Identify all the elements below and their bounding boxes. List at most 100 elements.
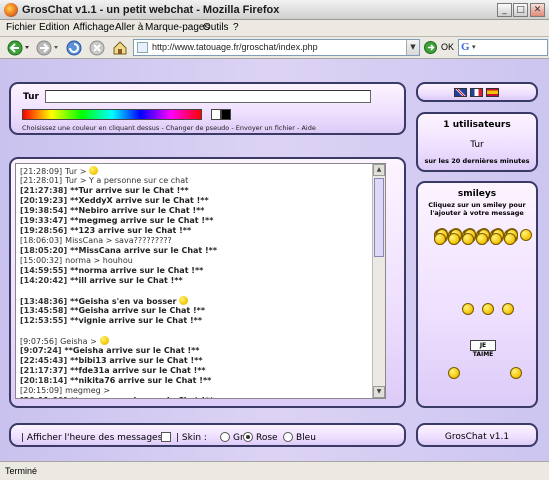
chat-scrollbar[interactable]: ▲ ▼ — [372, 164, 385, 398]
chat-message: **bibi13 arrive sur le Chat !** — [70, 356, 203, 365]
smiley-icon[interactable] — [462, 233, 474, 245]
show-time-checkbox[interactable] — [161, 432, 171, 442]
menu-fichier[interactable]: Fichier — [6, 22, 36, 33]
search-box[interactable]: G ▾ — [458, 39, 548, 56]
chat-timestamp: [21:27:38] — [20, 186, 68, 195]
navigation-toolbar: http://www.tatouage.fr/groschat/index.ph… — [0, 37, 549, 59]
chat-messages[interactable]: [21:28:09] Tur > [21:28:01] Tur > Y a perso… — [15, 163, 386, 399]
chat-timestamp: [18:05:20] — [20, 246, 68, 255]
color-white[interactable] — [211, 109, 221, 120]
smiley-icon[interactable] — [510, 367, 522, 379]
chat-message: **vignie arrive sur le Chat !** — [70, 316, 202, 325]
chat-message: megmeg > — [65, 386, 111, 395]
window-title: GrosChat v1.1 - un petit webchat - Mozil… — [22, 4, 280, 16]
title-bar: GrosChat v1.1 - un petit webchat - Mozil… — [0, 0, 549, 20]
scroll-up-icon[interactable]: ▲ — [373, 164, 385, 176]
home-icon[interactable] — [111, 39, 129, 57]
smiley-icon[interactable] — [502, 303, 514, 315]
back-icon[interactable] — [6, 39, 30, 57]
smiley-icon[interactable] — [476, 233, 488, 245]
message-input[interactable] — [45, 90, 371, 103]
chat-timestamp: [14:59:55] — [20, 266, 68, 275]
chat-timestamp: [19:28:56] — [20, 226, 68, 235]
status-text: Terminé — [5, 466, 38, 476]
go-icon[interactable] — [424, 41, 437, 54]
skin-bleu-radio[interactable] — [283, 432, 293, 442]
minimize-button[interactable]: _ — [497, 3, 512, 17]
smiley-icon[interactable] — [504, 233, 516, 245]
chat-line: [21:28:01] Tur > Y a personne sur ce chat — [20, 176, 372, 186]
smiley-icon[interactable] — [462, 303, 474, 315]
close-button[interactable]: ✕ — [530, 3, 545, 17]
menu-aller[interactable]: Aller à — [115, 22, 143, 33]
chat-timestamp: [12:53:55] — [20, 316, 68, 325]
menu-edition[interactable]: Edition — [39, 22, 70, 33]
show-time-label: | Afficher l'heure des messages — [21, 433, 163, 443]
nickname-panel: Tur Choisissez une couleur en cliquant d… — [9, 82, 406, 135]
chat-line: [9:07:56] Geisha > — [20, 336, 372, 346]
nickname-hint: Choisissez une couleur en cliquant dessu… — [22, 124, 316, 132]
forward-icon[interactable] — [35, 39, 59, 57]
skin-bleu-label[interactable]: Bleu — [296, 433, 316, 443]
french-flag-icon[interactable] — [470, 88, 483, 97]
chat-line: [18:05:20] **MissCana arrive sur le Chat … — [20, 246, 372, 256]
skin-rose-label[interactable]: Rose — [256, 433, 278, 443]
maximize-button[interactable]: □ — [513, 3, 528, 17]
spanish-flag-icon[interactable] — [486, 88, 499, 97]
stop-icon[interactable] — [88, 39, 106, 57]
webchat-page: Tur Choisissez une couleur en cliquant d… — [0, 59, 549, 461]
english-flag-icon[interactable] — [454, 88, 467, 97]
chat-message: **ill arrive sur le Chat !** — [70, 276, 183, 285]
chevron-down-icon[interactable]: ▼ — [406, 40, 419, 55]
chat-message: **Nebiro arrive sur le Chat !** — [70, 206, 205, 215]
address-bar[interactable]: http://www.tatouage.fr/groschat/index.ph… — [133, 39, 420, 56]
smiley-icon[interactable] — [520, 229, 532, 241]
chat-message: **MissCana arrive sur le Chat !** — [70, 246, 218, 255]
skin-rose-radio[interactable] — [243, 432, 253, 442]
firefox-icon — [4, 3, 18, 17]
scroll-down-icon[interactable]: ▼ — [373, 386, 385, 398]
chat-line: [19:28:56] **123 arrive sur le Chat !** — [20, 226, 372, 236]
chat-panel: [21:28:09] Tur > [21:28:01] Tur > Y a perso… — [9, 157, 406, 408]
menu-affichage[interactable]: Affichage — [73, 22, 115, 33]
menu-outils[interactable]: Outils — [203, 22, 229, 33]
reload-icon[interactable] — [65, 39, 83, 57]
chat-timestamp: [20:19:23] — [20, 196, 68, 205]
menu-marque-pages[interactable]: Marque-pages — [145, 22, 209, 33]
chat-message: Geisha > — [60, 337, 97, 346]
color-black[interactable] — [221, 109, 231, 120]
chat-message: **Geisha s'en va bosser — [70, 297, 177, 306]
url-text[interactable]: http://www.tatouage.fr/groschat/index.ph… — [152, 42, 318, 52]
go-label[interactable]: OK — [441, 42, 454, 52]
chat-message: **Tur arrive sur le Chat !** — [70, 186, 189, 195]
chat-timestamp: [20:18:14] — [20, 376, 68, 385]
smiley-icon[interactable] — [490, 233, 502, 245]
je-taime-sign[interactable]: JE TAIME — [470, 340, 496, 358]
smiley-icon[interactable] — [482, 303, 494, 315]
smiley-icon[interactable] — [448, 367, 460, 379]
color-picker[interactable] — [22, 109, 202, 120]
menu-help[interactable]: ? — [233, 22, 239, 33]
chat-message: **norma arrive sur le Chat !** — [70, 266, 204, 275]
chat-message: **nikita76 arrive sur le Chat !** — [70, 376, 212, 385]
chat-timestamp: [19:33:47] — [20, 216, 68, 225]
skin-gris-radio[interactable] — [220, 432, 230, 442]
chat-message: **Geisha arrive sur le Chat !** — [64, 346, 200, 355]
language-panel — [416, 82, 538, 102]
chat-line: [14:59:55] **norma arrive sur le Chat !** — [20, 266, 372, 276]
chat-line: [15:00:32] norma > houhou — [20, 256, 372, 266]
chat-timestamp: [20:15:09] — [20, 386, 63, 395]
chat-line: [12:53:55] **vignie arrive sur le Chat !*… — [20, 316, 372, 326]
brand-label: GrosChat v1.1 — [444, 432, 510, 442]
chat-message: **XeddyX arrive sur le Chat !** — [70, 196, 209, 205]
chat-timestamp: [9:07:56] — [20, 337, 58, 346]
smiley-icon[interactable] — [448, 233, 460, 245]
user-count: 1 utilisateurs — [443, 120, 511, 130]
skin-label: | Skin : — [176, 433, 207, 443]
scroll-thumb[interactable] — [374, 178, 384, 257]
smiley-icon[interactable] — [434, 233, 446, 245]
brand-panel: GrosChat v1.1 — [416, 423, 538, 447]
chat-line: [20:19:23] **XeddyX arrive sur le Chat !*… — [20, 196, 372, 206]
search-engine-dropdown-icon[interactable]: ▾ — [472, 40, 476, 55]
user-name[interactable]: Tur — [418, 140, 536, 150]
